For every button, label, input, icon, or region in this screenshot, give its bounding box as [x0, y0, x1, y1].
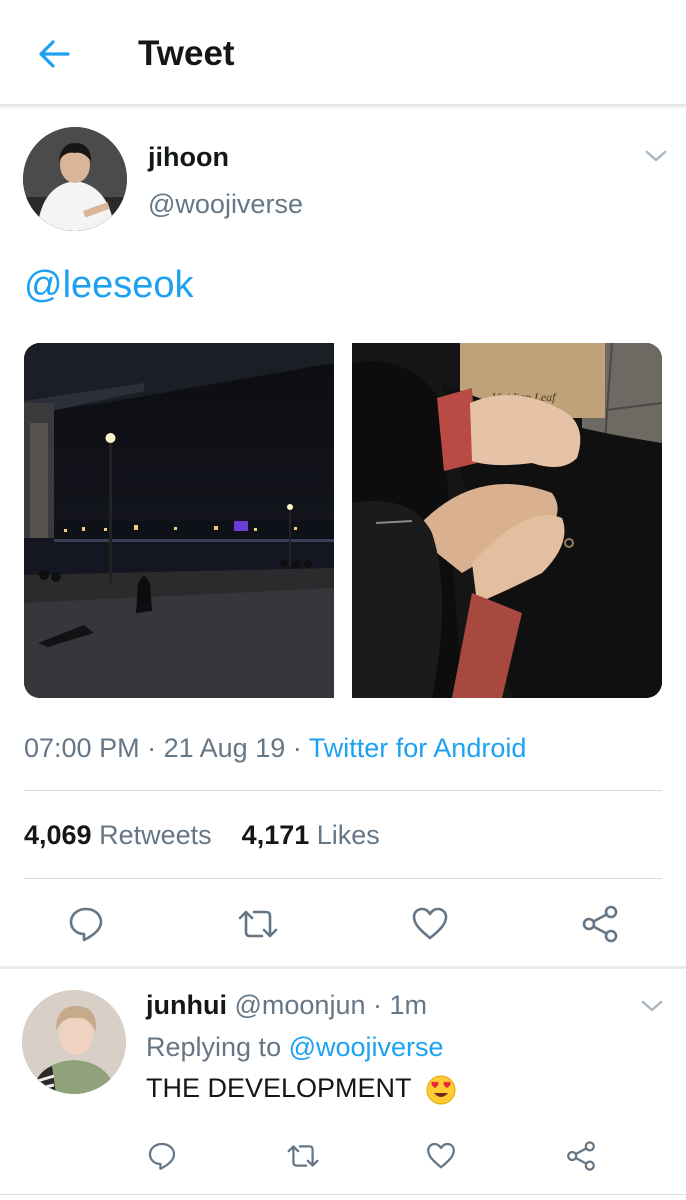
reply-time: 1m: [389, 990, 428, 1020]
retweet-button[interactable]: [236, 904, 280, 944]
like-button[interactable]: [410, 904, 450, 944]
heart-icon: [427, 1142, 455, 1169]
divider: [0, 1194, 686, 1195]
replying-to-mention[interactable]: @woojiverse: [289, 1032, 444, 1062]
author-handle[interactable]: @woojiverse: [148, 187, 303, 221]
author-avatar[interactable]: [23, 127, 127, 231]
reply-share-button[interactable]: [565, 1140, 597, 1172]
reply-icon: [69, 907, 103, 942]
heart-eyes-emoji-icon: [426, 1075, 456, 1105]
divider: [24, 790, 662, 791]
meta-separator: ·: [292, 733, 302, 763]
likes-label: Likes: [316, 820, 380, 850]
share-icon: [567, 1141, 595, 1171]
likes-stat[interactable]: 4,171 Likes: [242, 820, 380, 850]
replying-to-prefix: Replying to: [146, 1032, 282, 1062]
reply-text: THE DEVELOPMENT: [146, 1073, 412, 1103]
reply-header: junhui @moonjun · 1m: [146, 988, 427, 1022]
retweet-icon: [238, 910, 278, 938]
reply-button[interactable]: [66, 904, 106, 944]
replying-to-line: Replying to @woojiverse: [146, 1030, 444, 1064]
retweets-stat[interactable]: 4,069 Retweets: [24, 820, 212, 850]
section-divider: [0, 966, 686, 969]
heart-icon: [412, 907, 448, 940]
tweet-image-2[interactable]: Viridian Leaf: [352, 343, 662, 698]
tweet-options-button[interactable]: [644, 148, 668, 164]
top-app-bar: Tweet: [0, 0, 686, 106]
arrow-left-icon: [39, 40, 70, 68]
meta-separator: ·: [373, 990, 382, 1020]
reply-icon: [148, 1142, 176, 1170]
reply-reply-button[interactable]: [146, 1140, 178, 1172]
retweet-icon: [287, 1145, 319, 1167]
tweet-time: 07:00 PM: [24, 733, 140, 763]
divider: [24, 878, 662, 879]
author-name[interactable]: jihoon: [148, 140, 229, 174]
reply-like-button[interactable]: [425, 1140, 457, 1172]
back-button[interactable]: [32, 32, 76, 76]
reply-author-handle[interactable]: @moonjun: [235, 990, 366, 1020]
tweet-stats: 4,069 Retweets 4,171 Likes: [24, 818, 380, 852]
meta-separator: ·: [147, 733, 157, 763]
tweet-date: 21 Aug 19: [163, 733, 286, 763]
reply-author-avatar[interactable]: [22, 990, 126, 1094]
page-title: Tweet: [138, 34, 235, 73]
reply-options-button[interactable]: [640, 998, 664, 1014]
chevron-down-icon: [641, 1000, 663, 1012]
tweet-image-1[interactable]: [24, 343, 334, 698]
retweets-label: Retweets: [99, 820, 212, 850]
tweet-timestamp-line: 07:00 PM · 21 Aug 19 · Twitter for Andro…: [24, 731, 526, 765]
share-button[interactable]: [580, 904, 620, 944]
tweet-source-link[interactable]: Twitter for Android: [309, 733, 527, 763]
likes-count: 4,171: [241, 820, 310, 850]
share-icon: [582, 905, 618, 943]
chevron-down-icon: [645, 150, 667, 162]
reply-author-name[interactable]: junhui: [146, 990, 227, 1020]
reply-text-line: THE DEVELOPMENT: [146, 1071, 457, 1106]
reply-retweet-button[interactable]: [285, 1140, 321, 1172]
tweet-text-mention[interactable]: @leeseok: [24, 262, 194, 308]
retweets-count: 4,069: [24, 820, 92, 850]
